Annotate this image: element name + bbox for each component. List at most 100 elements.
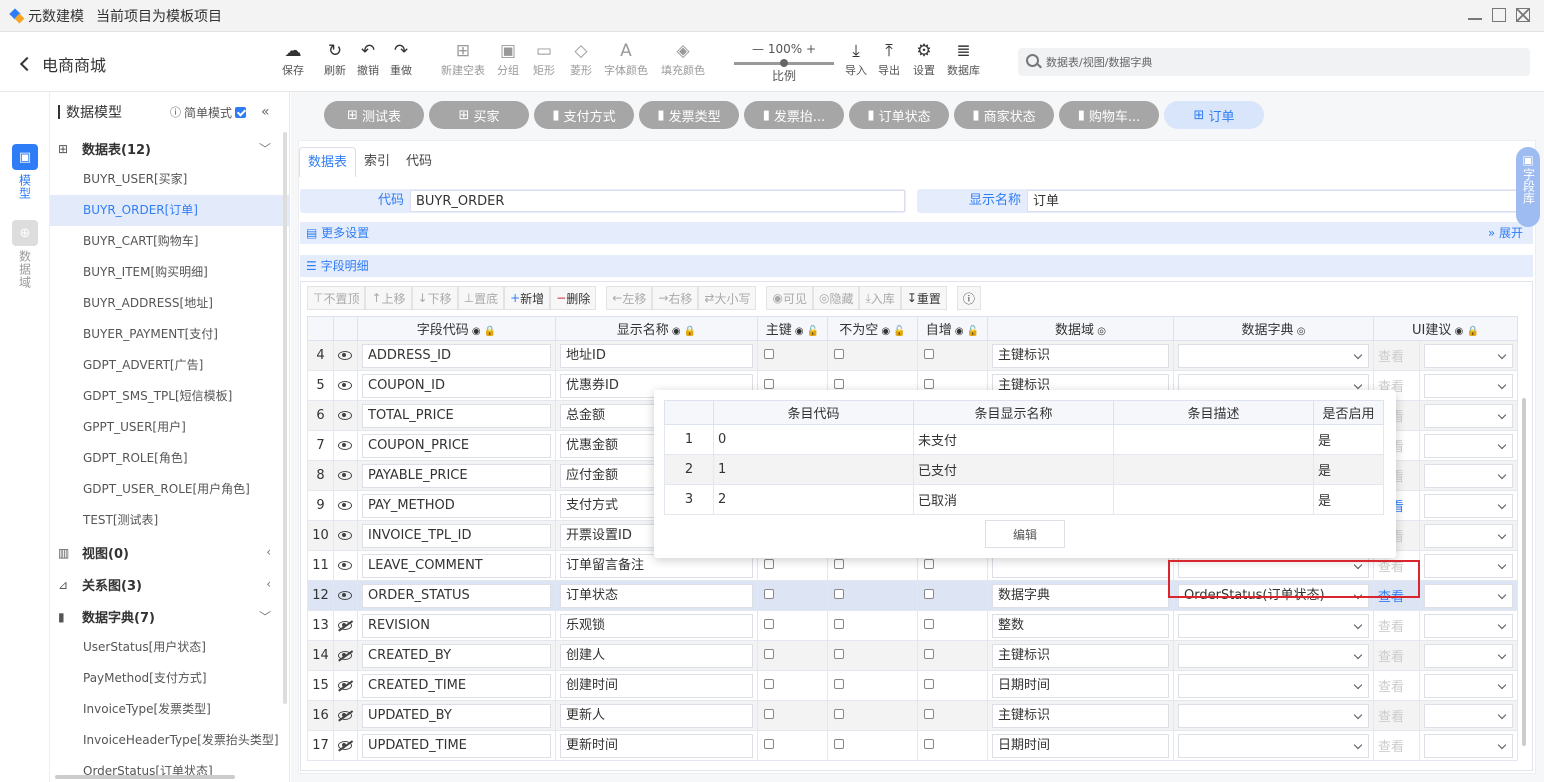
ui-suggest-select[interactable]	[1424, 733, 1513, 758]
ui-suggest-select[interactable]	[1424, 583, 1513, 608]
pk-checkbox[interactable]	[764, 619, 774, 629]
notnull-checkbox[interactable]	[834, 739, 844, 749]
font-color-button[interactable]: A 字体颜色	[604, 40, 648, 78]
pk-checkbox[interactable]	[764, 709, 774, 719]
table-row[interactable]: 13 REVISION 乐观锁 整数 查看	[307, 610, 1518, 641]
autoinc-checkbox[interactable]	[924, 739, 934, 749]
grid-btn-11[interactable]: ⤓ 入库	[859, 286, 901, 310]
field-name-input[interactable]: 创建人	[560, 643, 753, 668]
close-icon[interactable]	[1516, 8, 1530, 22]
more-settings-bar[interactable]: ▤ 更多设置 » 展开	[300, 222, 1533, 244]
sidebar-dict-item[interactable]: InvoiceHeaderType[发票抬头类型]	[50, 725, 289, 756]
autoinc-checkbox[interactable]	[924, 679, 934, 689]
column-header[interactable]: UI建议 ◉ 🔒	[1373, 316, 1518, 341]
field-name-input[interactable]: 乐观锁	[560, 613, 753, 638]
grid-btn-8[interactable]: ⇄ 大小写	[698, 286, 757, 310]
grid-btn-1[interactable]: ↑ 上移	[365, 286, 412, 310]
sidebar-dict-item[interactable]: PayMethod[支付方式]	[50, 663, 289, 694]
field-code-input[interactable]: INVOICE_TPL_ID	[362, 523, 551, 548]
visibility-icon[interactable]: ◉ 🔓	[792, 326, 819, 337]
refresh-button[interactable]: ↻ 刷新	[324, 40, 346, 78]
field-code-input[interactable]: PAY_METHOD	[362, 493, 551, 518]
autoinc-checkbox[interactable]	[924, 619, 934, 629]
expand-button[interactable]: » 展开	[1488, 222, 1523, 244]
sidebar-table-item[interactable]: BUYR_ORDER[订单]	[50, 195, 289, 226]
pk-checkbox[interactable]	[764, 379, 774, 389]
back-button[interactable]: 电商商城	[19, 52, 106, 76]
field-code-input[interactable]: COUPON_ID	[362, 373, 551, 398]
ui-suggest-select[interactable]	[1424, 703, 1513, 728]
data-domain-input[interactable]: 主键标识	[992, 643, 1169, 668]
grid-btn-7[interactable]: → 右移	[652, 286, 699, 310]
sidebar-table-item[interactable]: BUYER_PAYMENT[支付]	[50, 319, 289, 350]
view-link[interactable]: 查看	[1378, 680, 1404, 695]
fill-color-button[interactable]: ◈ 填充颜色	[661, 40, 705, 78]
grid-btn-9[interactable]: ◉ 可见	[766, 286, 813, 310]
visibility-icon[interactable]: ◉ 🔒	[469, 326, 496, 337]
data-domain-input[interactable]: 整数	[992, 613, 1169, 638]
data-dict-select[interactable]	[1178, 673, 1369, 698]
field-code-input[interactable]: UPDATED_TIME	[362, 733, 551, 758]
ui-suggest-select[interactable]	[1424, 403, 1513, 428]
notnull-checkbox[interactable]	[834, 619, 844, 629]
dicts-group[interactable]: ▮ 数据字典(7) ﹀	[50, 600, 289, 632]
pk-checkbox[interactable]	[764, 589, 774, 599]
notnull-checkbox[interactable]	[834, 709, 844, 719]
eye-icon[interactable]	[338, 381, 352, 390]
visibility-icon[interactable]: ◉ 🔓	[878, 326, 905, 337]
autoinc-checkbox[interactable]	[924, 649, 934, 659]
undo-button[interactable]: ↶ 撤销	[357, 40, 379, 78]
display-name-field[interactable]: 订单	[1027, 190, 1531, 212]
rectangle-button[interactable]: ▭ 矩形	[533, 40, 555, 78]
field-code-input[interactable]: COUPON_PRICE	[362, 433, 551, 458]
field-code-input[interactable]: LEAVE_COMMENT	[362, 553, 551, 578]
group-button[interactable]: ▣ 分组	[497, 40, 519, 78]
tab-8[interactable]: ⊞ 订单	[1164, 101, 1264, 129]
data-domain-input[interactable]: 数据字典	[992, 583, 1169, 608]
ui-suggest-select[interactable]	[1424, 493, 1513, 518]
grid-vscrollbar[interactable]	[1522, 398, 1526, 746]
notnull-checkbox[interactable]	[834, 649, 844, 659]
field-code-input[interactable]: TOTAL_PRICE	[362, 403, 551, 428]
sidebar-table-item[interactable]: GDPT_ROLE[角色]	[50, 443, 289, 474]
data-dict-select[interactable]	[1178, 733, 1369, 758]
sidebar-hscrollbar[interactable]	[55, 775, 235, 779]
column-header[interactable]: 不为空 ◉ 🔓	[827, 316, 918, 341]
grid-btn-2[interactable]: ↓ 下移	[411, 286, 458, 310]
column-header[interactable]: 自增 ◉ 🔓	[917, 316, 988, 341]
edit-dictionary-button[interactable]: 编辑	[985, 520, 1065, 548]
sidebar-table-item[interactable]: BUYR_ADDRESS[地址]	[50, 288, 289, 319]
eye-icon[interactable]	[338, 531, 352, 540]
eye-icon[interactable]	[338, 351, 352, 360]
column-header[interactable]: 显示名称 ◉ 🔒	[555, 316, 758, 341]
pk-checkbox[interactable]	[764, 739, 774, 749]
column-header[interactable]: 数据域 ◎	[987, 316, 1174, 341]
collapse-sidebar-icon[interactable]: «	[261, 104, 270, 120]
sidebar-table-item[interactable]: BUYR_CART[购物车]	[50, 226, 289, 257]
field-code-input[interactable]: CREATED_BY	[362, 643, 551, 668]
visibility-icon[interactable]: ◎	[1094, 326, 1106, 337]
views-group[interactable]: ▥ 视图(0) ‹	[50, 536, 289, 568]
sidebar-vscrollbar[interactable]	[283, 132, 287, 704]
column-header[interactable]: 主键 ◉ 🔓	[757, 316, 828, 341]
eye-icon[interactable]	[338, 591, 352, 600]
eye-icon[interactable]	[338, 621, 352, 630]
cloud-upload-button[interactable]: ☁ 保存	[282, 40, 304, 78]
visibility-icon[interactable]: ◉ 🔓	[952, 326, 979, 337]
import-button[interactable]: ⤓ 导入	[845, 40, 867, 78]
data-domain-input[interactable]: 日期时间	[992, 673, 1169, 698]
export-button[interactable]: ⤒ 导出	[878, 40, 900, 78]
info-icon[interactable]: ⓘ	[956, 286, 981, 310]
data-dict-select[interactable]	[1178, 703, 1369, 728]
ui-suggest-select[interactable]	[1424, 373, 1513, 398]
pk-checkbox[interactable]	[764, 679, 774, 689]
rail-model[interactable]: ▣ 模型	[12, 144, 38, 200]
tab-4[interactable]: ▮ 发票抬...	[744, 101, 844, 129]
grid-btn-10[interactable]: ◎ 隐藏	[812, 286, 860, 310]
pk-checkbox[interactable]	[764, 649, 774, 659]
column-header[interactable]: 数据字典 ◎	[1173, 316, 1374, 341]
field-code-input[interactable]: CREATED_TIME	[362, 673, 551, 698]
subtab-1[interactable]: 索引	[356, 147, 398, 177]
grid-btn-5[interactable]: − 删除	[550, 286, 597, 310]
eye-icon[interactable]	[338, 411, 352, 420]
